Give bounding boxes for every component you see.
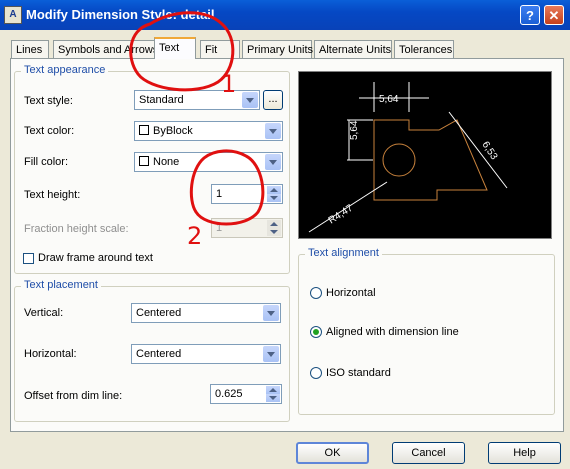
text-color-select[interactable]: ByBlock [134,121,283,141]
chevron-down-icon[interactable] [265,154,281,170]
dim-radius-text: R4,47 [327,203,356,227]
title-bar[interactable]: A Modify Dimension Style: detail ? ✕ [0,0,570,30]
tab-text[interactable]: Text [154,37,196,59]
tab-tolerances[interactable]: Tolerances [394,40,454,58]
radio-iso-standard-label[interactable]: ISO standard [326,367,391,379]
offset-input[interactable]: 0.625 [210,384,282,404]
fill-color-select[interactable]: None [134,152,283,172]
horizontal-label: Horizontal: [24,348,77,360]
text-color-label: Text color: [24,125,75,137]
text-height-label: Text height: [24,189,81,201]
offset-label: Offset from dim line: [24,390,123,402]
vertical-label: Vertical: [24,307,64,319]
draw-frame-checkbox[interactable] [23,253,34,264]
cancel-button[interactable]: Cancel [392,442,465,464]
fraction-height-value: 1 [216,222,223,234]
tab-lines[interactable]: Lines [11,40,49,58]
text-placement-title: Text placement [21,279,101,291]
draw-frame-label[interactable]: Draw frame around text [38,252,153,264]
text-height-value: 1 [216,188,223,200]
chevron-down-icon[interactable] [242,92,258,108]
dimension-preview: 5,64 5,64 6,53 R4,47 [298,71,552,239]
tab-symbols-and-arrows[interactable]: Symbols and Arrows [53,40,158,58]
tab-fit[interactable]: Fit [200,40,240,58]
vertical-placement-value: Centered [136,307,182,319]
text-style-label: Text style: [24,95,73,107]
help-button[interactable]: Help [488,442,561,464]
chevron-down-icon[interactable] [263,305,279,321]
text-alignment-title: Text alignment [305,247,382,259]
aligned-dimension-line [448,111,508,189]
radio-aligned-label[interactable]: Aligned with dimension line [326,326,459,338]
title-close-button[interactable]: ✕ [544,5,564,25]
color-swatch-icon [139,156,149,166]
tab-primary-units[interactable]: Primary Units [242,40,313,58]
dim-horizontal-text: 5,64 [379,94,399,105]
dim-aligned-text: 6,53 [479,140,499,163]
chevron-down-icon[interactable] [265,123,281,139]
preview-hole-circle [382,143,416,177]
spin-up-icon[interactable] [267,186,281,194]
radio-horizontal[interactable] [310,287,322,299]
text-appearance-title: Text appearance [21,64,109,76]
fill-color-value: None [153,156,180,168]
radio-aligned[interactable] [310,326,322,338]
tab-alternate-units[interactable]: Alternate Units [314,40,392,58]
fraction-height-input: 1 [211,218,283,238]
color-swatch-icon [139,125,149,135]
text-style-select[interactable]: Standard [134,90,260,110]
vertical-placement-select[interactable]: Centered [131,303,281,323]
spin-up-icon [267,220,281,228]
offset-value: 0.625 [215,388,243,400]
title-help-button[interactable]: ? [520,5,540,25]
text-color-value: ByBlock [153,125,193,137]
spin-up-icon[interactable] [266,386,280,394]
text-style-value: Standard [139,94,184,106]
spin-down-icon [267,228,281,236]
ok-button[interactable]: OK [296,442,369,464]
chevron-down-icon[interactable] [263,346,279,362]
radio-iso-standard[interactable] [310,367,322,379]
text-style-browse-button[interactable]: ... [263,90,283,110]
window-title: Modify Dimension Style: detail [26,7,215,22]
preview-drawing: 5,64 5,64 6,53 R4,47 [308,82,508,233]
horizontal-placement-value: Centered [136,348,182,360]
preview-part-outline [373,119,488,201]
fill-color-label: Fill color: [24,156,69,168]
preview-shape [373,119,488,201]
spin-down-icon[interactable] [266,394,280,402]
radio-horizontal-label[interactable]: Horizontal [326,287,376,299]
fraction-height-label: Fraction height scale: [24,223,129,235]
autocad-app-icon: A [4,6,22,24]
text-height-input[interactable]: 1 [211,184,283,204]
dim-vertical-text: 5,64 [349,120,360,140]
spin-down-icon[interactable] [267,194,281,202]
horizontal-placement-select[interactable]: Centered [131,344,281,364]
